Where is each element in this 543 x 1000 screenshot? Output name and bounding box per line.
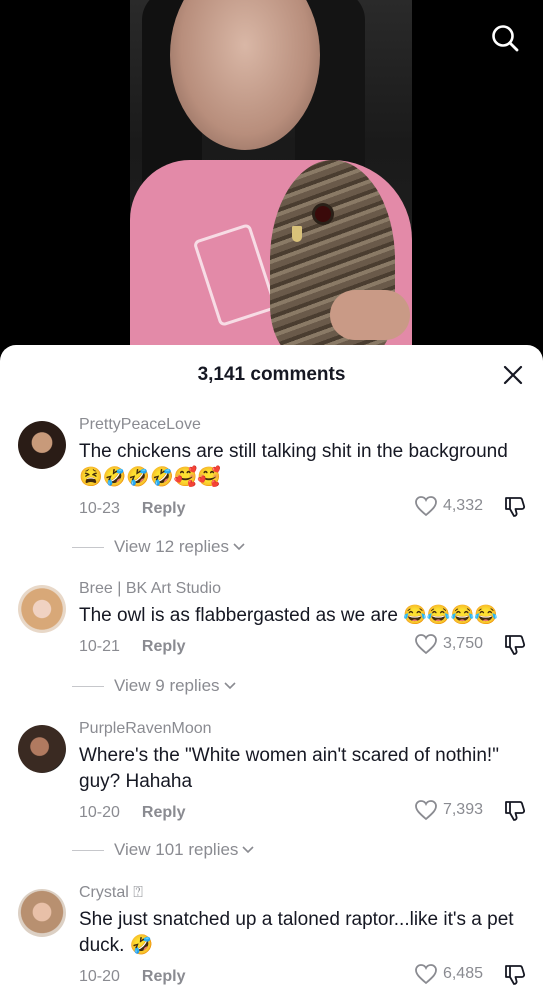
thumbs-down-icon	[505, 635, 526, 655]
view-replies-button[interactable]: View 12 replies	[72, 537, 245, 557]
like-count: 3,750	[442, 635, 483, 652]
close-button[interactable]	[499, 361, 527, 389]
view-replies-button[interactable]: View 9 replies	[72, 676, 236, 696]
view-replies-button[interactable]: View 101 replies	[72, 840, 255, 860]
thumbs-down-icon	[505, 965, 526, 985]
comment-username[interactable]: Crystal ⍰	[79, 883, 523, 905]
heart-icon	[415, 634, 437, 655]
close-icon	[503, 365, 523, 385]
comment-text: Where's the "White women ain't scared of…	[79, 745, 499, 792]
comments-sheet: 3,141 comments PrettyPeaceLove The chick…	[0, 345, 543, 1000]
like-button[interactable]: 3,750	[414, 633, 483, 655]
comment-date: 10-21	[79, 638, 120, 655]
reply-button[interactable]: Reply	[142, 804, 186, 822]
thumbs-down-icon	[505, 497, 526, 517]
avatar[interactable]	[18, 889, 66, 937]
avatar[interactable]	[18, 585, 66, 633]
comment-username[interactable]: Bree | BK Art Studio	[79, 579, 523, 601]
comment-meta: 10-20 Reply	[79, 968, 186, 986]
comment-text: She just snatched up a taloned raptor...…	[79, 909, 514, 956]
avatar[interactable]	[18, 725, 66, 773]
comment-meta: 10-21 Reply	[79, 638, 186, 656]
comment-meta: 10-23 Reply	[79, 500, 186, 518]
heart-icon	[415, 964, 437, 985]
comment-text: The chickens are still talking shit in t…	[79, 441, 508, 488]
heart-icon	[415, 496, 437, 517]
like-button[interactable]: 7,393	[414, 799, 483, 821]
heart-icon	[415, 800, 437, 821]
comment-count: 3,141 comments	[197, 364, 346, 385]
thumbs-down-icon	[505, 801, 526, 821]
like-button[interactable]: 4,332	[414, 495, 483, 517]
dislike-button[interactable]	[501, 961, 529, 989]
search-button[interactable]	[485, 18, 525, 58]
comment-meta: 10-20 Reply	[79, 804, 186, 822]
dislike-button[interactable]	[501, 493, 529, 521]
comment-username[interactable]: PrettyPeaceLove	[79, 415, 523, 437]
comment-text: The owl is as flabbergasted as we are 😂😂…	[79, 605, 498, 626]
reply-button[interactable]: Reply	[142, 968, 186, 986]
video-player[interactable]	[0, 0, 543, 360]
comment-date: 10-20	[79, 804, 120, 821]
avatar[interactable]	[18, 421, 66, 469]
reply-button[interactable]: Reply	[142, 500, 186, 518]
like-count: 4,332	[442, 497, 483, 514]
comment-date: 10-20	[79, 968, 120, 985]
video-frame	[130, 0, 412, 360]
comments-header: 3,141 comments	[0, 345, 543, 405]
chevron-down-icon	[223, 682, 236, 690]
reply-button[interactable]: Reply	[142, 638, 186, 656]
like-count: 7,393	[442, 801, 483, 818]
dislike-button[interactable]	[501, 631, 529, 659]
like-count: 6,485	[442, 965, 483, 982]
search-icon	[492, 25, 519, 52]
comment-date: 10-23	[79, 500, 120, 517]
like-button[interactable]: 6,485	[414, 963, 483, 985]
chevron-down-icon	[242, 846, 255, 854]
comment-username[interactable]: PurpleRavenMoon	[79, 719, 523, 741]
chevron-down-icon	[233, 543, 245, 551]
dislike-button[interactable]	[501, 797, 529, 825]
